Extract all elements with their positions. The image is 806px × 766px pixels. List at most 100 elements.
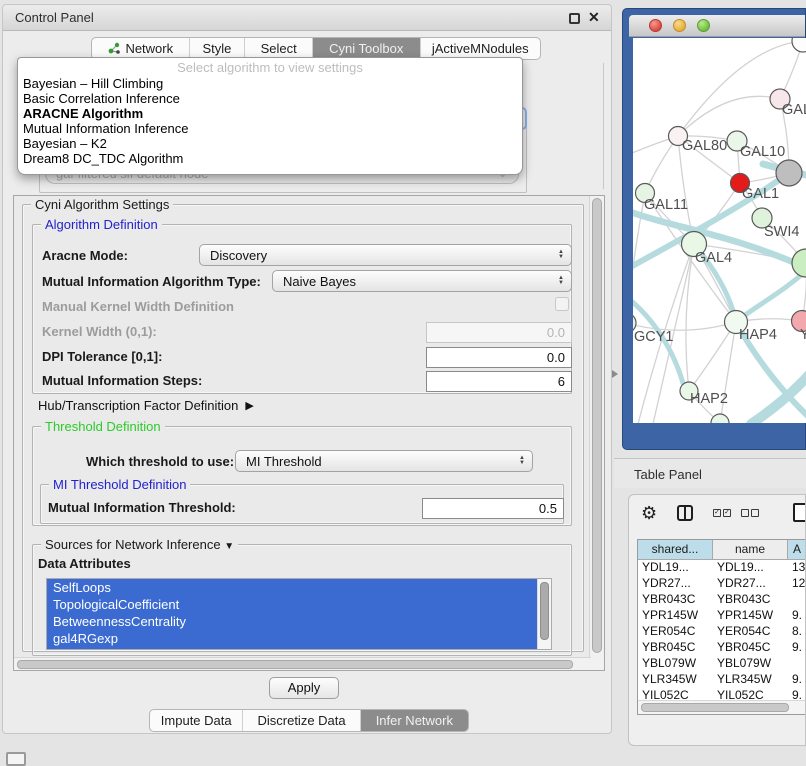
gear-icon[interactable]: ⚙ bbox=[641, 503, 657, 524]
which-threshold-combo[interactable]: MI Threshold ▲▼ bbox=[235, 450, 533, 472]
node-label: GAL4 bbox=[695, 250, 732, 266]
network-window-titlebar bbox=[629, 15, 805, 37]
minimize-traffic-light-icon[interactable] bbox=[673, 19, 686, 32]
kernel-width-input[interactable]: 0.0 bbox=[426, 322, 572, 343]
tab-impute-data[interactable]: Impute Data bbox=[150, 710, 243, 731]
tab-label: Infer Network bbox=[376, 713, 453, 728]
node-label: GCY1 bbox=[634, 329, 674, 345]
dropdown-placeholder: Select algorithm to view settings bbox=[18, 60, 522, 75]
panel-title: Control Panel bbox=[15, 10, 94, 25]
tab-cyni-toolbox[interactable]: Cyni Toolbox bbox=[313, 38, 421, 59]
table-toolbar: ⚙ ✓✓ bbox=[629, 501, 805, 531]
table-row[interactable]: YBL079WYBL079W bbox=[638, 656, 806, 672]
control-panel-window: Control Panel ✕ Network Style Select bbox=[2, 4, 612, 734]
table-row[interactable]: YDR27...YDR27...12 bbox=[638, 576, 806, 592]
mi-threshold-input[interactable]: 0.5 bbox=[422, 498, 564, 519]
expander-label: Hub/Transcription Factor Definition bbox=[38, 398, 238, 413]
node-bottom-cut[interactable] bbox=[711, 414, 729, 423]
node-swi4[interactable] bbox=[792, 249, 806, 277]
column-header-name[interactable]: name bbox=[713, 540, 788, 560]
combo-stepper-icon: ▲▼ bbox=[558, 250, 564, 260]
node-label: GAL bbox=[782, 102, 806, 118]
node-label: Y bbox=[800, 327, 806, 343]
table-row[interactable]: YPR145WYPR145W9. bbox=[638, 608, 806, 624]
tab-style[interactable]: Style bbox=[190, 38, 246, 59]
tab-network[interactable]: Network bbox=[92, 38, 190, 59]
control-panel-titlebar: Control Panel ✕ bbox=[3, 5, 611, 31]
float-panel-icon[interactable] bbox=[569, 13, 580, 24]
tab-infer-network[interactable]: Infer Network bbox=[361, 710, 468, 731]
table-row[interactable]: YBR045CYBR045C9. bbox=[638, 640, 806, 656]
kernel-width-label: Kernel Width (0,1): bbox=[42, 324, 157, 339]
dropdown-item-selected[interactable]: ARACNE Algorithm bbox=[18, 106, 522, 121]
hub-transcription-expander[interactable]: Hub/Transcription Factor Definition ▶ bbox=[38, 398, 254, 413]
column-header-cut[interactable]: A bbox=[788, 540, 806, 560]
settings-horizontal-scrollbar[interactable] bbox=[14, 657, 591, 670]
node-gray[interactable] bbox=[776, 160, 802, 186]
node-label: HAP4 bbox=[739, 327, 777, 343]
close-icon[interactable]: ✕ bbox=[588, 9, 600, 26]
combo-stepper-icon: ▲▼ bbox=[558, 276, 564, 286]
node-label: GAL11 bbox=[644, 197, 688, 213]
close-traffic-light-icon[interactable] bbox=[649, 19, 662, 32]
node-label: GAL80 bbox=[682, 138, 727, 154]
tab-label: Select bbox=[261, 41, 297, 56]
mi-threshold-label: Mutual Information Threshold: bbox=[48, 500, 236, 515]
table-row[interactable]: YBR043CYBR043C bbox=[638, 592, 806, 608]
which-threshold-label: Which threshold to use: bbox=[86, 454, 234, 469]
mi-algorithm-type-label: Mutual Information Algorithm Type: bbox=[42, 274, 261, 289]
attribute-item[interactable]: TopologicalCoefficient bbox=[47, 596, 537, 613]
group-title: MI Threshold Definition bbox=[49, 477, 190, 492]
panel-edge-fragment bbox=[603, 63, 604, 189]
apply-button[interactable]: Apply bbox=[269, 677, 339, 699]
node-label: GAL1 bbox=[742, 186, 779, 202]
table-row[interactable]: YER054CYER054C8. bbox=[638, 624, 806, 640]
mi-algorithm-type-combo[interactable]: Naive Bayes ▲▼ bbox=[272, 270, 572, 292]
split-columns-icon[interactable] bbox=[677, 505, 693, 521]
select-all-checks-icon[interactable]: ✓✓ bbox=[713, 509, 731, 517]
deselect-all-checks-icon[interactable] bbox=[741, 509, 759, 517]
aracne-mode-combo[interactable]: Discovery ▲▼ bbox=[199, 244, 572, 266]
tab-label: Discretize Data bbox=[257, 713, 345, 728]
panel-splitter-arrow[interactable] bbox=[612, 370, 618, 378]
settings-scroll-viewport: Cyni Algorithm Settings Algorithm Defini… bbox=[13, 195, 605, 671]
table-row[interactable]: YLR345WYLR345W9. bbox=[638, 672, 806, 688]
network-canvas[interactable]: GAL GAL80 GAL10 GAL1 GAL11 SWI4 GAL4 GCY… bbox=[633, 38, 806, 423]
attribute-item[interactable]: gal4RGexp bbox=[47, 630, 537, 647]
settings-vertical-scrollbar[interactable] bbox=[589, 196, 604, 670]
group-title: Threshold Definition bbox=[41, 419, 165, 434]
node-label: GAL10 bbox=[740, 144, 785, 160]
dropdown-item[interactable]: Bayesian – K2 bbox=[18, 136, 522, 151]
sources-title[interactable]: Sources for Network Inference ▼ bbox=[41, 537, 238, 552]
node-unlabeled-top[interactable] bbox=[792, 38, 806, 52]
page-icon[interactable] bbox=[793, 503, 806, 522]
attribute-item[interactable]: BetweennessCentrality bbox=[47, 613, 537, 630]
table-panel-header: Table Panel bbox=[614, 458, 806, 488]
attribute-item[interactable]: SelfLoops bbox=[47, 579, 537, 596]
field-value: 0.5 bbox=[539, 501, 557, 516]
combo-value: Naive Bayes bbox=[283, 274, 356, 289]
table-panel-container: ⚙ ✓✓ shared... name A YDL19...YDL19...13 bbox=[628, 494, 806, 746]
manual-kernel-checkbox[interactable] bbox=[555, 297, 569, 311]
data-attributes-list: SelfLoops TopologicalCoefficient Between… bbox=[46, 578, 552, 650]
dropdown-item[interactable]: Basic Correlation Inference bbox=[18, 91, 522, 106]
table-horizontal-scrollbar[interactable] bbox=[638, 700, 806, 714]
attributes-scrollbar[interactable] bbox=[537, 579, 551, 649]
column-header-shared-name[interactable]: shared... bbox=[638, 540, 713, 560]
tab-discretize-data[interactable]: Discretize Data bbox=[243, 710, 360, 731]
tab-label: jActiveMNodules bbox=[432, 41, 529, 56]
tab-jactivemnodules[interactable]: jActiveMNodules bbox=[421, 38, 540, 59]
dropdown-item[interactable]: Dream8 DC_TDC Algorithm bbox=[18, 151, 522, 166]
dropdown-item[interactable]: Mutual Information Inference bbox=[18, 121, 522, 136]
tab-select[interactable]: Select bbox=[245, 38, 313, 59]
docked-panel-icon[interactable] bbox=[6, 752, 26, 766]
selected-attributes-block: SelfLoops TopologicalCoefficient Between… bbox=[47, 579, 537, 649]
dropdown-item[interactable]: Bayesian – Hill Climbing bbox=[18, 76, 522, 91]
mi-steps-input[interactable]: 6 bbox=[426, 371, 572, 392]
table-row[interactable]: YDL19...YDL19...13 bbox=[638, 560, 806, 576]
zoom-traffic-light-icon[interactable] bbox=[697, 19, 710, 32]
collapsed-arrow-icon: ▶ bbox=[245, 399, 253, 412]
node-label: SWI4 bbox=[764, 224, 799, 240]
dpi-tolerance-label: DPI Tolerance [0,1]: bbox=[42, 349, 162, 364]
dpi-tolerance-input[interactable]: 0.0 bbox=[426, 347, 572, 368]
